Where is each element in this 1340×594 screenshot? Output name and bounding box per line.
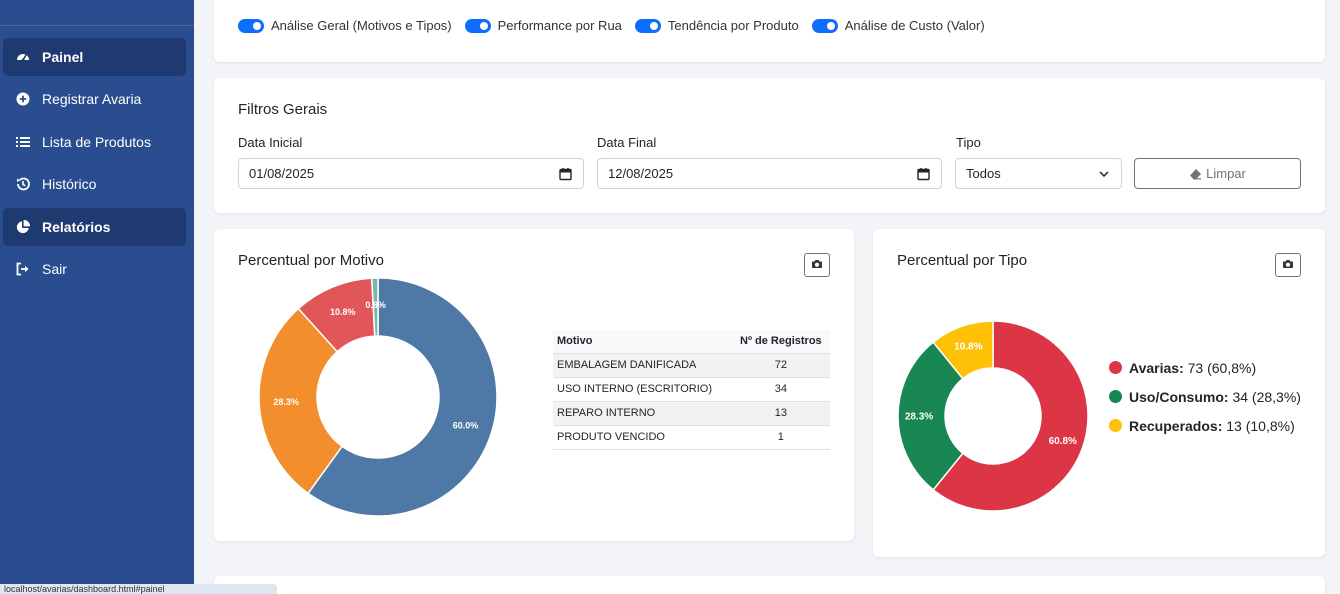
tipo-export-button[interactable] [1275,253,1301,277]
sidebar: Painel Registrar Avaria Lista de Produto… [0,0,194,594]
sidebar-item-label: Relatórios [42,219,111,235]
clear-filters-button[interactable]: Limpar [1134,158,1301,189]
camera-icon [1282,256,1294,274]
table-row: REPARO INTERNO 13 [553,401,830,426]
sidebar-divider [0,25,194,26]
status-bar-url: localhost/avarias/dashboard.html#painel [0,584,277,594]
slice-label: 28.3% [905,411,933,422]
sidebar-item-historico[interactable]: Histórico [3,165,186,203]
registros-cell: 34 [731,377,830,402]
toggle-tendencia-produto[interactable]: Tendência por Produto [634,18,799,33]
legend-swatch [1109,419,1122,432]
calendar-icon[interactable] [917,167,930,184]
motivo-table: Motivo Nº de Registros EMBALAGEM DANIFIC… [553,330,830,450]
legend-swatch [1109,361,1122,374]
legend-detail: 13 (10,8%) [1226,418,1295,434]
sidebar-item-painel[interactable]: Painel [3,38,186,76]
sidebar-item-label: Painel [42,49,84,65]
sidebar-item-label: Registrar Avaria [42,91,142,107]
sidebar-item-lista-de-produtos[interactable]: Lista de Produtos [3,123,186,161]
legend-name: Uso/Consumo: [1129,389,1229,405]
clear-filters-label: Limpar [1206,166,1246,181]
motivo-column-header: Motivo [553,330,732,354]
motivo-donut-chart: 60.0% 28.3% 10.8% 0.8% [258,277,498,517]
legend-item: Uso/Consumo: 34 (28,3%) [1109,387,1309,408]
filters-card [214,78,1325,213]
start-date-value: 01/08/2025 [249,166,315,181]
legend-name: Recuperados: [1129,418,1223,434]
history-icon [15,176,31,192]
toggle-switch[interactable] [238,18,264,33]
slice-label: 28.3% [273,397,299,407]
slice-label: 60.8% [1049,436,1077,447]
motivo-card-title: Percentual por Motivo [238,252,384,269]
legend-name: Avarias: [1129,360,1184,376]
registros-column-header: Nº de Registros [731,330,830,354]
registros-cell: 13 [731,401,830,426]
chevron-down-icon [1098,168,1110,183]
pie-chart-icon [15,219,31,235]
sidebar-item-label: Sair [42,261,67,277]
sidebar-item-label: Histórico [42,176,97,192]
start-date-input[interactable]: 01/08/2025 [238,158,584,189]
sidebar-item-label: Lista de Produtos [42,134,151,150]
slice-label: 10.8% [330,307,356,317]
legend-item: Recuperados: 13 (10,8%) [1109,416,1309,437]
toggle-performance-rua[interactable]: Performance por Rua [464,18,622,33]
legend-detail: 73 (60,8%) [1187,360,1257,376]
next-card [214,576,1325,594]
toggle-label: Análise de Custo (Valor) [844,18,985,33]
toggle-label: Performance por Rua [497,18,622,33]
tipo-card-title: Percentual por Tipo [897,252,1028,269]
plus-circle-icon [15,91,31,107]
start-date-label: Data Inicial [238,135,303,150]
table-header-row: Motivo Nº de Registros [553,330,830,354]
table-row: PRODUTO VENCIDO 1 [553,425,830,450]
logout-icon [15,261,31,277]
list-icon [15,134,31,150]
motivo-cell: EMBALAGEM DANIFICADA [553,353,732,378]
toggle-label: Análise Geral (Motivos e Tipos) [271,18,452,33]
end-date-label: Data Final [597,135,657,150]
table-row: EMBALAGEM DANIFICADA 72 [553,353,830,378]
camera-icon [811,256,823,274]
legend-swatch [1109,390,1122,403]
toggle-switch[interactable] [634,18,661,33]
toggle-switch[interactable] [811,18,838,33]
type-select[interactable]: Todos [955,158,1122,189]
motivo-cell: USO INTERNO (ESCRITORIO) [553,377,732,402]
sidebar-item-relatorios[interactable]: Relatórios [3,208,186,246]
end-date-input[interactable]: 12/08/2025 [597,158,942,189]
toggle-analise-custo[interactable]: Análise de Custo (Valor) [811,18,985,33]
tipo-legend: Avarias: 73 (60,8%) Uso/Consumo: 34 (28,… [1109,358,1309,445]
sidebar-item-registrar-avaria[interactable]: Registrar Avaria [3,80,186,118]
registros-cell: 72 [731,353,830,378]
motivo-export-button[interactable] [804,253,830,277]
type-select-value: Todos [966,166,1001,181]
analysis-toggles: Análise Geral (Motivos e Tipos) Performa… [238,18,998,33]
type-label: Tipo [956,135,981,150]
toggle-analise-geral[interactable]: Análise Geral (Motivos e Tipos) [238,18,452,33]
tipo-donut-chart: 60.8% 28.3% 10.8% [897,320,1089,512]
legend-item: Avarias: 73 (60,8%) [1109,358,1309,379]
slice-label: 60.0% [453,420,479,430]
toggle-switch[interactable] [464,18,491,33]
sidebar-item-sair[interactable]: Sair [3,250,186,288]
motivo-cell: PRODUTO VENCIDO [553,425,732,450]
table-row: USO INTERNO (ESCRITORIO) 34 [553,377,830,402]
eraser-icon [1189,168,1202,180]
filters-title: Filtros Gerais [238,101,328,118]
slice-label: 0.8% [365,300,386,310]
end-date-value: 12/08/2025 [608,166,674,181]
calendar-icon[interactable] [559,167,572,184]
registros-cell: 1 [731,425,830,450]
toggle-label: Tendência por Produto [667,18,799,33]
motivo-cell: REPARO INTERNO [553,401,732,426]
gauge-icon [15,49,31,65]
slice-label: 10.8% [954,342,982,353]
legend-detail: 34 (28,3%) [1232,389,1301,405]
